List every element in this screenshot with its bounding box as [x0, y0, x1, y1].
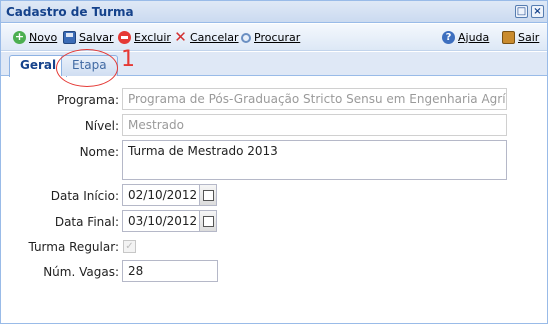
- help-icon: ?: [442, 31, 455, 44]
- annotation-number: 1: [121, 47, 135, 72]
- calendar-icon[interactable]: [200, 210, 217, 232]
- sair-button[interactable]: Sair: [502, 29, 539, 46]
- save-icon: [63, 31, 76, 44]
- excluir-button[interactable]: Excluir: [118, 29, 171, 46]
- programa-label: Programa:: [56, 93, 119, 107]
- turma-regular-checkbox[interactable]: ✓: [123, 240, 136, 253]
- programa-field[interactable]: Programa de Pós-Graduação Stricto Sensu …: [122, 88, 507, 110]
- sair-label: Sair: [518, 31, 540, 44]
- calendar-icon[interactable]: [200, 184, 217, 206]
- maximize-icon[interactable]: □: [515, 5, 528, 18]
- procurar-button[interactable]: Procurar: [241, 29, 300, 46]
- data-inicio-field[interactable]: 02/10/2012: [122, 184, 200, 206]
- toolbar: + Novo Salvar Excluir ✕ Cancelar Procura…: [1, 24, 547, 51]
- ajuda-button[interactable]: ? Ajuda: [442, 29, 489, 46]
- exit-icon: [502, 31, 515, 44]
- data-final-label: Data Final:: [54, 215, 119, 229]
- salvar-button[interactable]: Salvar: [63, 29, 114, 46]
- window-titlebar: Cadastro de Turma □ ×: [1, 1, 547, 23]
- salvar-label: Salvar: [79, 31, 114, 44]
- excluir-label: Excluir: [134, 31, 171, 44]
- nivel-field[interactable]: Mestrado: [122, 114, 507, 136]
- delete-icon: [118, 31, 131, 44]
- cadastro-turma-window: Cadastro de Turma □ × + Novo Salvar Excl…: [0, 0, 548, 324]
- nome-field[interactable]: Turma de Mestrado 2013: [122, 140, 507, 180]
- nivel-label: Nível:: [84, 119, 119, 133]
- procurar-label: Procurar: [254, 31, 301, 44]
- cancel-icon: ✕: [174, 28, 187, 46]
- window-title: Cadastro de Turma: [6, 5, 134, 19]
- nome-label: Nome:: [79, 145, 119, 159]
- cancelar-label: Cancelar: [190, 31, 239, 44]
- novo-label: Novo: [29, 31, 58, 44]
- turma-regular-label: Turma Regular:: [28, 240, 119, 254]
- num-vagas-label: Núm. Vagas:: [43, 265, 119, 279]
- data-inicio-label: Data Início:: [50, 189, 119, 203]
- add-icon: +: [13, 30, 26, 44]
- num-vagas-field[interactable]: 28: [122, 260, 218, 282]
- close-icon[interactable]: ×: [531, 5, 544, 18]
- ajuda-label: Ajuda: [458, 31, 490, 44]
- cancelar-button[interactable]: ✕ Cancelar: [174, 28, 239, 46]
- novo-button[interactable]: + Novo: [13, 29, 57, 46]
- data-final-field[interactable]: 03/10/2012: [122, 210, 200, 232]
- geral-form: Programa: Programa de Pós-Graduação Stri…: [1, 77, 547, 323]
- search-icon: [241, 32, 251, 43]
